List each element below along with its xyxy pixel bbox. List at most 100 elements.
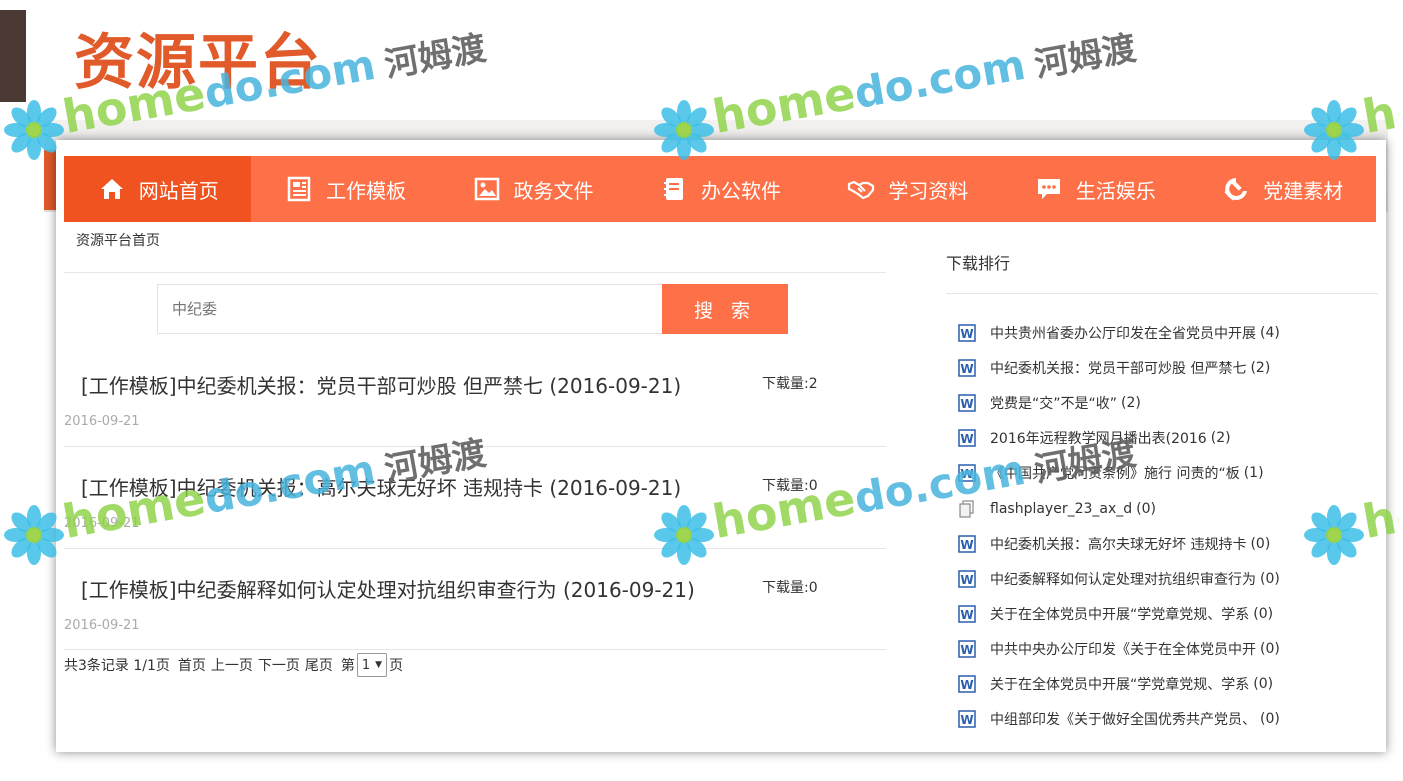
word-doc-icon: W	[958, 640, 976, 658]
nav-item-home[interactable]: 网站首页	[64, 156, 252, 222]
ranking-item-count: (0)	[1253, 676, 1274, 692]
file-icon	[958, 499, 976, 518]
word-doc-icon: W	[958, 464, 976, 483]
svg-text:W: W	[960, 397, 973, 411]
search-button[interactable]: 搜 索	[662, 284, 788, 334]
nav-item-life-entertainment[interactable]: 生活娱乐	[1001, 156, 1188, 222]
ranking-item-title: 《中国共产党问责条例》施行 问责的“板	[990, 466, 1240, 483]
ranking-item-title: 中纪委机关报：党员干部可炒股 但严禁七	[990, 361, 1247, 378]
pagination: 共3条记录 1/1页 首页 上一页 下一页 尾页 第 1 ▼ 页	[64, 653, 403, 677]
page-select[interactable]: 1 ▼	[356, 653, 388, 677]
nav-item-government-files[interactable]: 政务文件	[439, 156, 626, 222]
ranking-item-title: 中纪委机关报：高尔夫球无好坏 违规持卡	[990, 536, 1247, 553]
divider	[64, 649, 886, 650]
pagination-summary: 共3条记录 1/1页	[64, 658, 170, 674]
svg-text:W: W	[960, 643, 973, 657]
svg-text:W: W	[960, 538, 973, 552]
word-doc-icon: W	[958, 394, 976, 412]
ranking-item-title: 2016年远程教学网月播出表(2016	[990, 431, 1207, 448]
ranking-item[interactable]: W 中组部印发《关于做好全国优秀共产党员、 (0)	[958, 704, 1378, 734]
browser-window: 网站首页 工作模板 政务文件 办公软件 学习资料 生活娱乐 党建素材 资源平台首…	[56, 140, 1386, 752]
nav-item-label: 生活娱乐	[1075, 178, 1156, 203]
download-count: 下载量:0	[762, 478, 818, 494]
divider	[946, 293, 1378, 294]
result-title-link[interactable]: [工作模板]中纪委机关报：党员干部可炒股 但严禁七 (2016-09-21)	[81, 370, 681, 399]
result-title-link[interactable]: [工作模板]中纪委解释如何认定处理对抗组织审查行为 (2016-09-21)	[81, 574, 695, 603]
ranking-item-count: (0)	[1260, 711, 1280, 728]
nav-item-work-templates[interactable]: 工作模板	[251, 156, 438, 222]
word-doc-icon: W	[958, 710, 976, 728]
nav-item-office-software[interactable]: 办公软件	[626, 156, 813, 222]
slide-title: 资源平台	[74, 28, 322, 98]
result-date: 2016-09-21	[64, 516, 140, 531]
ranking-item[interactable]: W 党费是“交”不是“收” (2)	[958, 388, 1378, 418]
ranking-item-title: 中共贵州省委办公厅印发在全省党员中开展	[990, 326, 1256, 342]
svg-text:W: W	[960, 713, 973, 727]
svg-text:W: W	[960, 608, 973, 622]
svg-text:W: W	[960, 432, 973, 446]
divider	[64, 272, 886, 273]
ranking-item[interactable]: W 《中国共产党问责条例》施行 问责的“板 (1)	[958, 458, 1378, 488]
word-doc-icon: W	[958, 359, 976, 377]
home-icon	[97, 174, 127, 204]
ranking-item[interactable]: W 关于在全体党员中开展“学党章党规、学系 (0)	[958, 669, 1378, 699]
nav-item-label: 办公软件	[700, 178, 781, 203]
ranking-item-title: 关于在全体党员中开展“学党章党规、学系	[990, 677, 1250, 693]
document-icon	[284, 174, 314, 204]
nav-item-label: 学习资料	[888, 178, 969, 203]
nav-item-label: 政务文件	[513, 178, 594, 203]
goto-suffix: 页	[389, 658, 404, 674]
ranking-item-count: (0)	[1136, 500, 1156, 517]
divider	[64, 548, 886, 549]
ranking-item-title: 中组部印发《关于做好全国优秀共产党员、	[990, 712, 1256, 729]
search-input[interactable]	[157, 284, 663, 334]
slide-accent-bar	[0, 10, 26, 102]
ranking-item[interactable]: W 中纪委机关报：高尔夫球无好坏 违规持卡 (0)	[958, 529, 1378, 559]
ranking-item-title: 关于在全体党员中开展“学党章党规、学系	[990, 606, 1250, 623]
nav-item-party-materials[interactable]: 党建素材	[1189, 156, 1376, 222]
ranking-item-count: (0)	[1250, 535, 1271, 552]
next-page-link[interactable]: 下一页	[258, 655, 300, 675]
result-date: 2016-09-21	[64, 618, 140, 633]
ranking-item-count: (4)	[1260, 325, 1280, 341]
breadcrumb[interactable]: 资源平台首页	[76, 230, 160, 250]
ranking-item[interactable]: W 中共中央办公厅印发《关于在全体党员中开 (0)	[958, 634, 1378, 664]
last-page-link[interactable]: 尾页	[305, 655, 333, 675]
nav-item-label: 党建素材	[1263, 178, 1344, 203]
nav-item-study-materials[interactable]: 学习资料	[814, 156, 1001, 222]
ranking-item-title: flashplayer_23_ax_d	[990, 500, 1133, 517]
ranking-item-count: (2)	[1250, 360, 1271, 377]
ranking-item-count: (2)	[1121, 395, 1141, 412]
word-doc-icon: W	[958, 569, 976, 588]
result-title-link[interactable]: [工作模板]中纪委机关报：高尔夫球无好坏 违规持卡 (2016-09-21)	[81, 472, 681, 501]
svg-text:W: W	[960, 678, 973, 692]
ranking-item-count: (0)	[1260, 640, 1280, 657]
prev-page-link[interactable]: 上一页	[211, 655, 253, 675]
word-doc-icon: W	[958, 534, 976, 553]
download-count: 下载量:0	[762, 580, 818, 596]
nav-item-label: 工作模板	[326, 178, 407, 203]
nav-item-label: 网站首页	[138, 178, 219, 203]
svg-text:W: W	[960, 573, 973, 587]
chat-icon	[1034, 174, 1064, 204]
ranking-item[interactable]: W 中纪委解释如何认定处理对抗组织审查行为 (0)	[958, 564, 1378, 594]
notebook-icon	[659, 174, 689, 204]
ranking-item-title: 中纪委解释如何认定处理对抗组织审查行为	[990, 571, 1256, 588]
ranking-item-count: (1)	[1243, 465, 1264, 482]
ranking-item-count: (0)	[1260, 570, 1280, 587]
hammer-sickle-icon	[1221, 174, 1251, 204]
ranking-item-title: 中共中央办公厅印发《关于在全体党员中开	[990, 641, 1256, 658]
sidebar-title: 下载排行	[946, 254, 1011, 273]
image-icon	[472, 174, 502, 204]
ranking-item-title: 党费是“交”不是“收”	[990, 396, 1118, 413]
word-doc-icon: W	[958, 675, 976, 693]
first-page-link[interactable]: 首页	[178, 655, 206, 675]
svg-text:W: W	[960, 362, 973, 376]
ranking-item[interactable]: W 中纪委机关报：党员干部可炒股 但严禁七 (2)	[958, 353, 1378, 383]
ranking-item[interactable]: W 2016年远程教学网月播出表(2016 (2)	[958, 423, 1378, 453]
slide-side-accent	[44, 150, 56, 210]
ranking-item[interactable]: W 关于在全体党员中开展“学党章党规、学系 (0)	[958, 599, 1378, 629]
ranking-item[interactable]: W 中共贵州省委办公厅印发在全省党员中开展 (4)	[958, 318, 1378, 348]
ranking-item[interactable]: flashplayer_23_ax_d (0)	[958, 494, 1378, 524]
goto-prefix: 第	[340, 658, 355, 674]
